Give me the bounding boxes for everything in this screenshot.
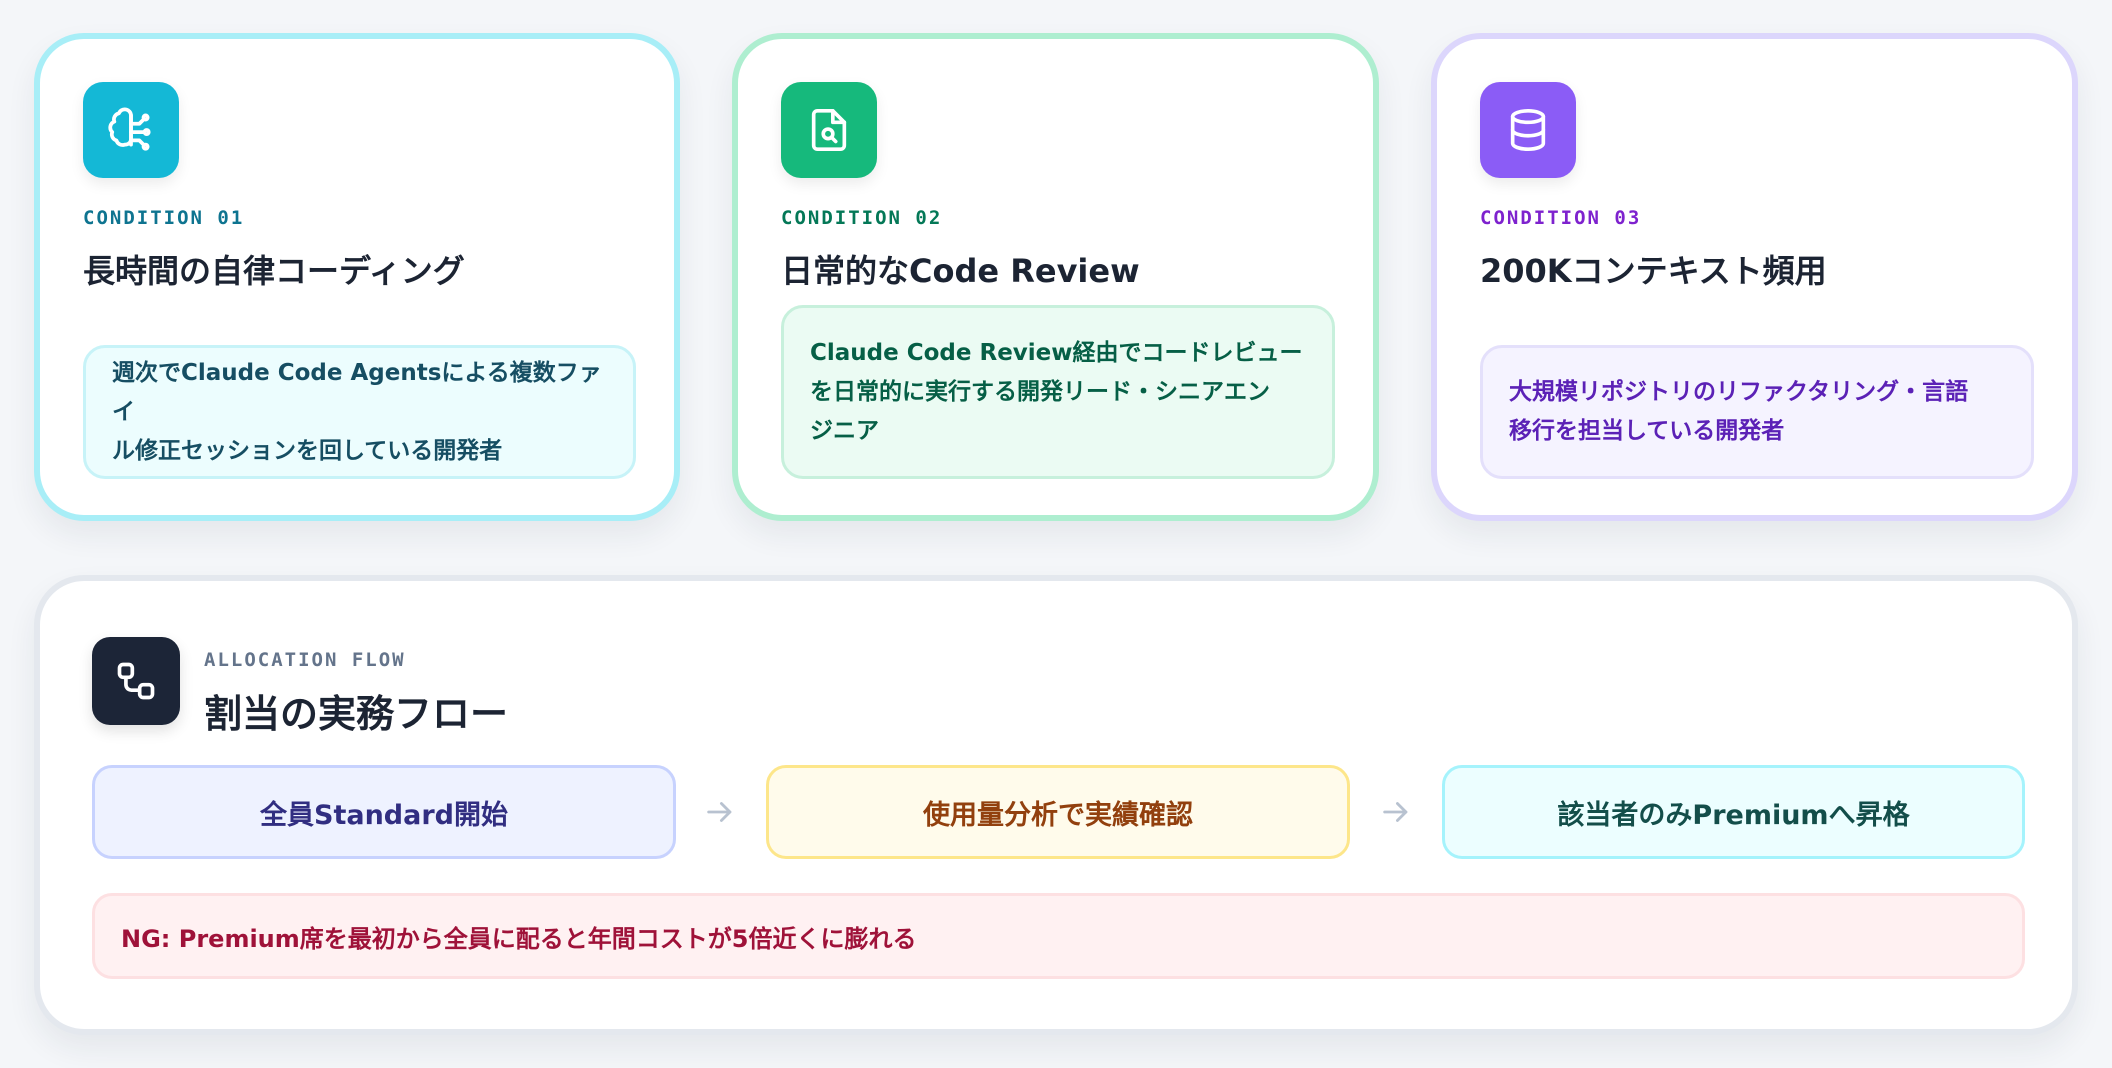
condition-description: Claude Code Review経由でコードレビュー を日常的に実行する開発… bbox=[781, 305, 1335, 479]
condition-card-02: CONDITION 02 日常的なCode Review Claude Code… bbox=[732, 33, 1379, 521]
flow-step-usage-analysis: 使用量分析で実績確認 bbox=[766, 765, 1350, 859]
condition-label: CONDITION 01 bbox=[83, 207, 245, 229]
warning-banner: NG: Premium席を最初から全員に配ると年間コストが5倍近くに膨れる bbox=[92, 893, 2025, 979]
condition-description: 週次でClaude Code Agentsによる複数ファイ ル修正セッションを回… bbox=[83, 345, 636, 479]
condition-label: CONDITION 03 bbox=[1480, 207, 1642, 229]
database-icon bbox=[1480, 82, 1576, 178]
flow-step-premium-upgrade: 該当者のみPremiumへ昇格 bbox=[1442, 765, 2025, 859]
arrow-right-icon bbox=[1376, 787, 1416, 837]
condition-title: 200Kコンテキスト頻用 bbox=[1480, 252, 1827, 290]
description-line: ル修正セッションを回している開発者 bbox=[112, 437, 503, 464]
description-line: 週次でClaude Code Agentsによる複数ファイ bbox=[112, 359, 602, 425]
condition-label: CONDITION 02 bbox=[781, 207, 943, 229]
brain-icon bbox=[83, 82, 179, 178]
description-line: 移行を担当している開発者 bbox=[1509, 418, 1785, 444]
flow-step-standard-start: 全員Standard開始 bbox=[92, 765, 676, 859]
description-line: ジニア bbox=[810, 417, 879, 444]
condition-title: 日常的なCode Review bbox=[781, 252, 1140, 290]
condition-card-03: CONDITION 03 200Kコンテキスト頻用 大規模リポジトリのリファクタ… bbox=[1431, 33, 2078, 521]
condition-card-01: CONDITION 01 長時間の自律コーディング 週次でClaude Code… bbox=[34, 33, 680, 521]
file-search-icon bbox=[781, 82, 877, 178]
arrow-right-icon bbox=[700, 787, 740, 837]
description-line: 大規模リポジトリのリファクタリング・言語 bbox=[1509, 379, 1969, 405]
workflow-icon bbox=[92, 637, 180, 725]
allocation-flow-panel: ALLOCATION FLOW 割当の実務フロー 全員Standard開始 使用… bbox=[34, 575, 2078, 1035]
flow-title: 割当の実務フロー bbox=[204, 692, 509, 736]
flow-eyebrow: ALLOCATION FLOW bbox=[204, 649, 406, 671]
description-line: Claude Code Review経由でコードレビュー bbox=[810, 339, 1303, 366]
description-line: を日常的に実行する開発リード・シニアエン bbox=[810, 378, 1270, 405]
condition-title: 長時間の自律コーディング bbox=[83, 252, 465, 290]
condition-description: 大規模リポジトリのリファクタリング・言語 移行を担当している開発者 bbox=[1480, 345, 2034, 479]
